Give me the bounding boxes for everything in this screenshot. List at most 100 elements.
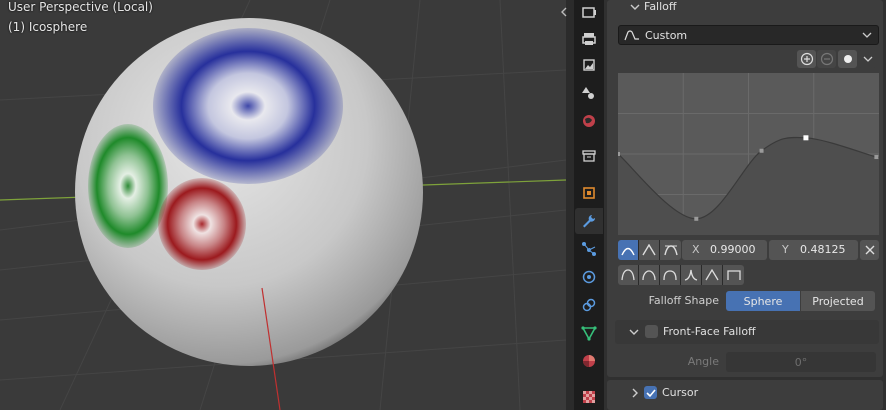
- curve-preset-icon: [624, 30, 639, 41]
- collapse-arrow-icon[interactable]: [558, 6, 570, 18]
- delete-point-button[interactable]: [860, 240, 879, 260]
- preset-sphere-button[interactable]: [639, 265, 660, 285]
- properties-editor[interactable]: Falloff Custom X 0.99000 Y 0.48125 Fallo…: [604, 0, 886, 410]
- view-layer-icon: [583, 59, 595, 71]
- preset-smooth-button[interactable]: [618, 265, 639, 285]
- constant-curve-icon: [726, 270, 741, 280]
- tab-object-data[interactable]: [575, 320, 603, 346]
- root-curve-icon: [663, 270, 677, 281]
- handle-vector-button[interactable]: [639, 240, 660, 260]
- tab-particles[interactable]: [575, 236, 603, 262]
- x-coordinate-field[interactable]: X 0.99000: [682, 240, 767, 260]
- x-value: 0.99000: [710, 243, 756, 256]
- dot-icon: [843, 55, 852, 63]
- texture-icon: [583, 391, 595, 403]
- curve-control-point[interactable]: [618, 152, 620, 156]
- tab-object[interactable]: [575, 180, 603, 206]
- curve-control-point[interactable]: [874, 155, 879, 160]
- material-icon: [583, 355, 595, 367]
- active-object-label: (1) Icosphere: [8, 20, 88, 34]
- tab-world[interactable]: [575, 108, 603, 134]
- close-icon: [865, 245, 874, 255]
- particles-icon: [582, 242, 596, 256]
- tab-texture[interactable]: [575, 384, 603, 410]
- curve-tools-button[interactable]: [838, 50, 857, 68]
- zoom-out-button[interactable]: [817, 50, 836, 68]
- handle-auto-icon: [621, 247, 635, 256]
- preset-linear-button[interactable]: [702, 265, 723, 285]
- handle-type-group: [618, 240, 681, 260]
- zoom-out-icon: [820, 52, 833, 66]
- smooth-curve-icon: [621, 269, 635, 281]
- shape-option-sphere[interactable]: Sphere: [726, 291, 800, 311]
- object-icon: [583, 187, 595, 199]
- chevron-down-icon[interactable]: [628, 326, 640, 338]
- y-value: 0.48125: [800, 243, 846, 256]
- output-icon: [582, 33, 596, 45]
- falloff-header[interactable]: Falloff: [644, 0, 676, 13]
- falloff-shape-toggle: Sphere Projected: [726, 291, 875, 311]
- sphere-curve-icon: [642, 270, 656, 281]
- falloff-curve-editor[interactable]: [618, 73, 879, 235]
- render-icon: [582, 7, 596, 18]
- chevron-down-icon: [862, 32, 872, 38]
- chevron-down-icon: [863, 56, 872, 62]
- tab-view-layer[interactable]: [575, 52, 603, 78]
- falloff-preset-dropdown[interactable]: Custom: [618, 25, 879, 45]
- front-face-label: Front-Face Falloff: [663, 325, 756, 338]
- tab-render[interactable]: [575, 0, 603, 26]
- handle-auto-clamped-icon: [663, 245, 678, 256]
- cursor-checkbox[interactable]: [644, 386, 657, 399]
- chevron-down-icon[interactable]: [629, 1, 641, 13]
- preset-sharp-button[interactable]: [681, 265, 702, 285]
- curve-control-point[interactable]: [803, 135, 809, 141]
- preset-constant-button[interactable]: [723, 265, 744, 285]
- preset-root-button[interactable]: [660, 265, 681, 285]
- curve-control-point[interactable]: [694, 216, 699, 221]
- curve-shape-presets: [618, 265, 744, 285]
- physics-icon: [582, 270, 596, 284]
- chevron-right-icon[interactable]: [629, 387, 641, 399]
- shape-option-projected[interactable]: Projected: [801, 291, 875, 311]
- zoom-in-button[interactable]: [797, 50, 816, 68]
- linear-curve-icon: [705, 269, 719, 281]
- falloff-preset-value: Custom: [645, 29, 688, 42]
- viewport-scene: [0, 0, 566, 410]
- object-data-icon: [581, 326, 597, 341]
- tab-constraints[interactable]: [575, 292, 603, 318]
- 3d-viewport[interactable]: User Perspective (Local) (1) Icosphere: [0, 0, 566, 410]
- viewport-title: User Perspective (Local): [8, 0, 153, 14]
- tab-modifiers[interactable]: [575, 208, 603, 234]
- properties-tabs: [561, 0, 604, 410]
- cursor-panel: Cursor: [607, 380, 883, 410]
- handle-vector-icon: [642, 244, 656, 256]
- scene-icon: [582, 87, 594, 99]
- y-label: Y: [782, 243, 789, 256]
- front-face-checkbox[interactable]: [645, 325, 658, 338]
- checkmark-icon: [645, 388, 656, 397]
- zoom-in-icon: [800, 52, 813, 66]
- handle-auto-clamped-button[interactable]: [660, 240, 681, 260]
- angle-label: Angle: [687, 355, 719, 368]
- x-label: X: [692, 243, 700, 256]
- handle-auto-button[interactable]: [618, 240, 639, 260]
- y-coordinate-field[interactable]: Y 0.48125: [769, 240, 858, 260]
- curve-control-point[interactable]: [759, 148, 764, 153]
- modifier-wrench-icon: [583, 215, 596, 228]
- tab-scene[interactable]: [575, 80, 603, 106]
- tab-collection[interactable]: [575, 143, 603, 169]
- tab-material[interactable]: [575, 348, 603, 374]
- world-icon: [583, 115, 595, 127]
- sharp-curve-icon: [684, 269, 698, 281]
- falloff-shape-label: Falloff Shape: [648, 294, 719, 307]
- curve-tools-dropdown[interactable]: [858, 50, 877, 68]
- tab-physics[interactable]: [575, 264, 603, 290]
- front-face-subpanel-header[interactable]: Front-Face Falloff: [615, 320, 879, 344]
- collection-icon: [582, 150, 596, 162]
- region-edge: [566, 0, 574, 410]
- falloff-panel: Falloff Custom X 0.99000 Y 0.48125 Fallo…: [607, 0, 883, 377]
- angle-field[interactable]: 0°: [726, 352, 876, 372]
- cursor-label: Cursor: [662, 386, 699, 399]
- constraints-icon: [582, 298, 596, 312]
- tab-output[interactable]: [575, 26, 603, 52]
